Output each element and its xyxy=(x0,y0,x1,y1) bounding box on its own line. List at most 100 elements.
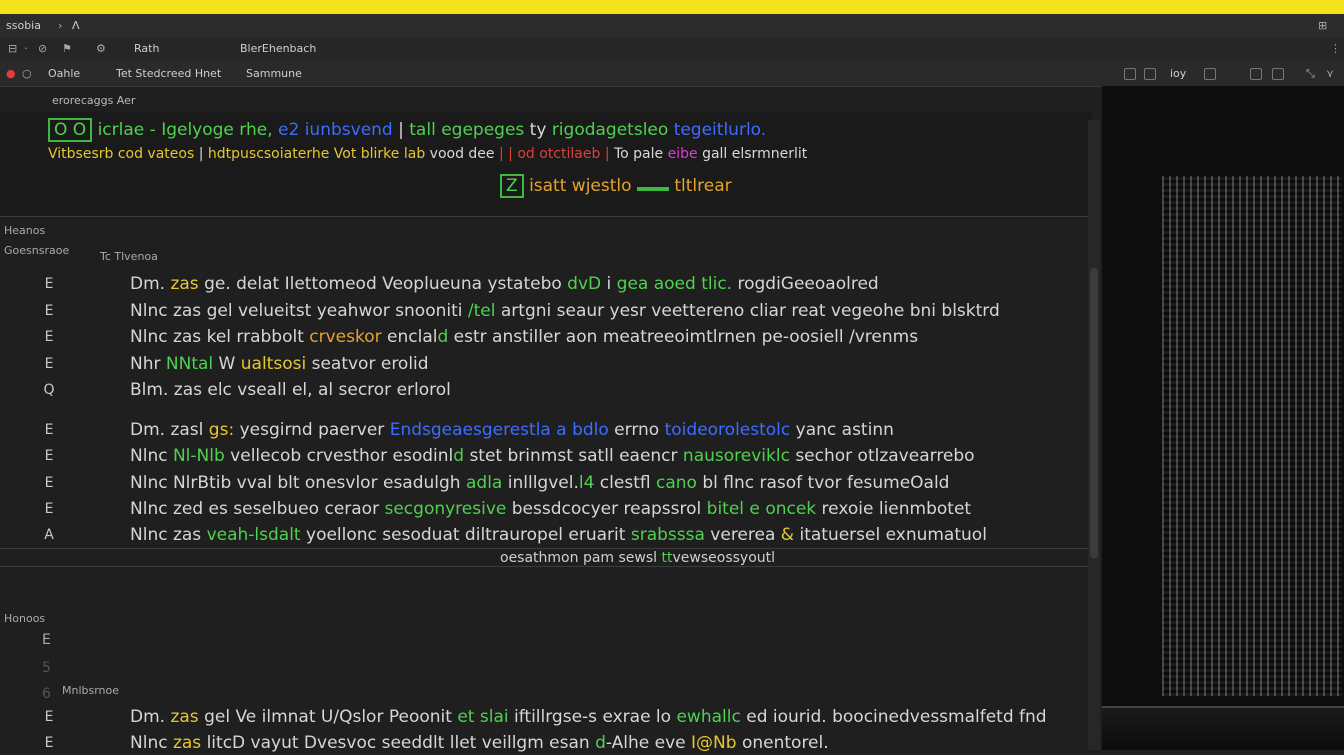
top-accent-bar xyxy=(0,0,1344,14)
row-icon: E xyxy=(44,422,54,438)
row-icon: E xyxy=(44,709,54,725)
header-sep: | xyxy=(198,146,208,162)
section-title: Heanos xyxy=(4,224,46,237)
list-item[interactable]: E Dm. zas gel Ve ilmnat U/Qslor Peoonit … xyxy=(0,705,1088,729)
toolbar-item-3[interactable]: Sammune xyxy=(246,67,302,80)
toolbar-item-2[interactable]: Tet Stedcreed Hnet xyxy=(116,67,221,80)
row-icon: E xyxy=(44,501,54,517)
zoom-icon[interactable] xyxy=(1124,68,1136,80)
header-line-1: O O icrlae - Igelyoge rhe, e2 iunbsvend … xyxy=(48,118,766,142)
more-icon[interactable]: ⋎ xyxy=(1326,67,1334,80)
panel-icon[interactable] xyxy=(1250,68,1262,80)
toggle-icon[interactable]: ⊟ xyxy=(8,42,17,55)
section-title: Honoos xyxy=(4,612,46,625)
divider xyxy=(0,548,1088,549)
row-icon: E xyxy=(44,475,54,491)
grid-icon[interactable] xyxy=(1144,68,1156,80)
settings-icon[interactable]: ⚙ xyxy=(96,42,106,55)
header-line-3: Z isatt wjestlo tltlrear xyxy=(500,174,732,198)
list-item[interactable]: E Dm. zas ge. delat Ilettomeod Veoplueun… xyxy=(0,272,1088,296)
chevron-right-icon[interactable]: › xyxy=(58,19,62,32)
header-link[interactable]: e2 iunbsvend xyxy=(278,120,393,140)
header-text: od otctilaeb xyxy=(517,146,601,162)
row-text: Dm. zas ge. delat Ilettomeod Veoplueuna … xyxy=(130,274,879,294)
header-text: Igelyoge rhe, xyxy=(161,120,279,140)
row-icon: E xyxy=(44,448,54,464)
toolbar: ● ○ Oahle Tet Stedcreed Hnet Sammune ioy… xyxy=(0,60,1344,87)
header-badge: Z xyxy=(500,174,524,198)
header-text: tall egepeges xyxy=(409,120,525,140)
toolbar-right-label[interactable]: ioy xyxy=(1170,67,1186,80)
footer-note: oesathmon pam sewsl ttvewseossyoutl xyxy=(500,550,776,566)
row-text: Nlnc Nl-Nlb vellecob crvesthor esodinld … xyxy=(130,446,975,466)
list-item[interactable]: A Nlnc zas veah-lsdalt yoellonc sesoduat… xyxy=(0,523,1088,547)
row-text: Nlnc zas veah-lsdalt yoellonc sesoduat d… xyxy=(130,525,987,545)
section-subtitle: Mnlbsrnoe xyxy=(62,684,120,697)
filter-icon[interactable]: ⊘ xyxy=(38,42,47,55)
row-text: Nlnc NlrBtib vval blt onesvlor esadulgh … xyxy=(130,473,950,493)
header-badge xyxy=(636,187,669,191)
row-text: Blm. zas elc vseall el, al secror erloro… xyxy=(130,380,451,400)
header-text: tegeitlurlo. xyxy=(673,120,767,140)
row-text: Nlnc zas litcD vayut Dvesvoc seeddlt lle… xyxy=(130,733,829,753)
list-item[interactable]: E Nlnc Nl-Nlb vellecob crvesthor esodinl… xyxy=(0,444,1088,468)
status-badge: O O xyxy=(48,118,93,142)
header-text: rigodagetsleo xyxy=(551,120,669,140)
list-item[interactable]: E Nhr NNtal W ualtsosi seatvor erolid xyxy=(0,352,1088,376)
title-bar: ssobia › Λ ⊞ xyxy=(0,14,1344,39)
split-icon[interactable] xyxy=(1272,68,1284,80)
header-text: gall elsrmnerlit xyxy=(702,146,808,162)
menu-bar: ⊟ · ⊘ ⚑ ⚙ Rath BlerEhenbach ⋮ xyxy=(0,38,1344,60)
app-icon: Λ xyxy=(72,19,80,32)
list-item[interactable]: E Nlnc zas gel velueitst yeahwor snoonit… xyxy=(0,299,1088,323)
view-icon[interactable] xyxy=(1204,68,1216,80)
header-text: vood dee xyxy=(429,146,495,162)
list-item[interactable]: Q Blm. zas elc vseall el, al secror erlo… xyxy=(0,378,1088,402)
header-text: isatt wjestlo xyxy=(529,176,637,196)
row-text: Dm. zasl gs: yesgirnd paerver Endsgeaesg… xyxy=(130,420,894,440)
row-icon: E xyxy=(42,632,51,648)
row-icon: E xyxy=(44,735,54,751)
row-icon: E xyxy=(44,329,54,345)
pin-icon[interactable]: ⤡ xyxy=(1306,67,1315,81)
menu-more-icon[interactable]: ⋮ xyxy=(1330,42,1341,55)
dot-icon[interactable]: · xyxy=(24,42,28,55)
list-item[interactable]: E Nlnc zas kel rrabbolt crveskor enclald… xyxy=(0,325,1088,349)
row-icon: E xyxy=(44,303,54,319)
row-text: Nhr NNtal W ualtsosi seatvor erolid xyxy=(130,354,429,374)
record-icon[interactable]: ● xyxy=(6,67,16,80)
list-item[interactable]: E Nlnc NlrBtib vval blt onesvlor esadulg… xyxy=(0,471,1088,495)
row-text: Nlnc zas gel velueitst yeahwor snooniti … xyxy=(130,301,1000,321)
section-subtitle: Goesnsraoe xyxy=(4,244,70,257)
row-text: Nlnc zas kel rrabbolt crveskor enclald e… xyxy=(130,327,919,347)
list-item[interactable]: E Nlnc zed es seselbueo ceraor secgonyre… xyxy=(0,497,1088,521)
header-text: eibe xyxy=(667,146,703,162)
list-item[interactable]: E Nlnc zas litcD vayut Dvesvoc seeddlt l… xyxy=(0,731,1088,755)
row-icon: A xyxy=(44,527,54,543)
preview-pane xyxy=(1102,86,1344,750)
header-text: hdtpuscsoiaterhe Vot blirke lab xyxy=(207,146,426,162)
app-menu-label[interactable]: ssobia xyxy=(6,19,41,32)
circle-icon[interactable]: ○ xyxy=(22,67,32,80)
scrollbar-thumb[interactable] xyxy=(1090,268,1098,558)
row-icon: 6 xyxy=(42,686,51,702)
header-sep: | xyxy=(398,120,410,140)
row-text: Nlnc zed es seselbueo ceraor secgonyresi… xyxy=(130,499,972,519)
device-image xyxy=(1102,706,1344,750)
divider xyxy=(0,566,1088,567)
header-text: To pale xyxy=(613,146,664,162)
window-control-icon[interactable]: ⊞ xyxy=(1318,19,1327,32)
document-title[interactable]: BlerEhenbach xyxy=(240,42,316,55)
divider xyxy=(0,216,1088,217)
list-item[interactable]: E Dm. zasl gs: yesgirnd paerver Endsgeae… xyxy=(0,418,1088,442)
flag-icon[interactable]: ⚑ xyxy=(62,42,72,55)
toolbar-item-1[interactable]: Oahle xyxy=(48,67,80,80)
section-subtitle: Tc Tlvenoa xyxy=(100,250,158,263)
header-text: ty xyxy=(529,120,552,140)
header-tag: icrlae - xyxy=(97,120,162,140)
menu-title[interactable]: Rath xyxy=(134,42,159,55)
server-rack-image xyxy=(1162,176,1342,696)
header-sep: | xyxy=(604,146,614,162)
breadcrumb[interactable]: erorecaggs Aer xyxy=(52,94,135,107)
row-text: Dm. zas gel Ve ilmnat U/Qslor Peoonit et… xyxy=(130,707,1047,727)
